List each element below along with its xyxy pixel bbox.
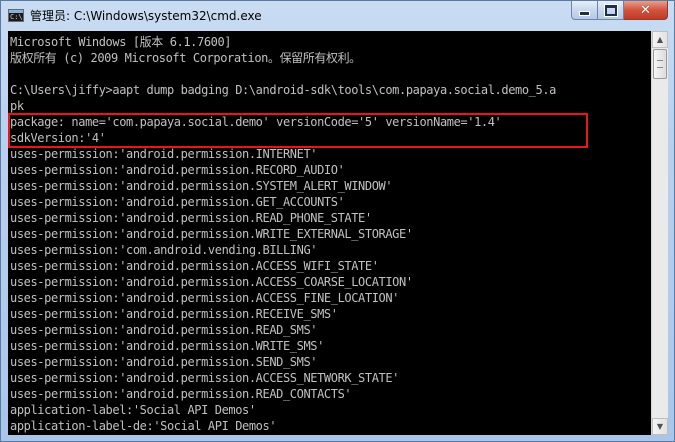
arrow-up-icon: ▲ bbox=[656, 35, 664, 44]
console-line: uses-permission:'android.permission.RECE… bbox=[10, 307, 338, 321]
scroll-up-button[interactable]: ▲ bbox=[652, 31, 668, 48]
console-line: uses-permission:'android.permission.READ… bbox=[10, 211, 372, 225]
cmd-icon[interactable]: C:\ bbox=[8, 9, 24, 22]
console-line: uses-permission:'android.permission.GET_… bbox=[10, 195, 345, 209]
console-line: uses-permission:'android.permission.WRIT… bbox=[10, 339, 324, 353]
console-line: uses-permission:'android.permission.ACCE… bbox=[10, 259, 379, 273]
maximize-button[interactable] bbox=[598, 1, 624, 20]
cmd-window: C:\ 管理员: C:\Windows\system32\cmd.exe ✕ M… bbox=[0, 0, 675, 442]
console-line: uses-permission:'android.permission.INTE… bbox=[10, 147, 318, 161]
console-line: uses-permission:'android.permission.WRIT… bbox=[10, 227, 413, 241]
console-line: uses-permission:'android.permission.READ… bbox=[10, 387, 352, 401]
maximize-icon bbox=[604, 4, 617, 16]
title-bar[interactable]: C:\ 管理员: C:\Windows\system32\cmd.exe ✕ bbox=[1, 1, 674, 31]
console-line: uses-permission:'android.permission.ACCE… bbox=[10, 291, 400, 305]
close-button[interactable]: ✕ bbox=[624, 1, 668, 20]
console-line: uses-permission:'android.permission.SEND… bbox=[10, 355, 318, 369]
console-line: application-label:'Social API Demos' bbox=[10, 403, 256, 417]
console-line: application-label-de:'Social API Demos' bbox=[10, 419, 277, 433]
cmd-icon-label: C:\ bbox=[10, 13, 23, 21]
console-line: uses-permission:'android.permission.ACCE… bbox=[10, 371, 400, 385]
console-line: uses-permission:'android.permission.SYST… bbox=[10, 179, 393, 193]
console-line: pk bbox=[10, 99, 24, 113]
console-line: Microsoft Windows [版本 6.1.7600] bbox=[10, 35, 232, 49]
console-line: uses-permission:'android.permission.ACCE… bbox=[10, 275, 413, 289]
console-line: 版权所有 (c) 2009 Microsoft Corporation。保留所有… bbox=[10, 51, 361, 65]
console-output[interactable]: Microsoft Windows [版本 6.1.7600] 版权所有 (c)… bbox=[8, 31, 651, 435]
window-controls: ✕ bbox=[571, 1, 668, 21]
scroll-down-button[interactable]: ▼ bbox=[652, 418, 668, 435]
console-line: uses-permission:'com.android.vending.BIL… bbox=[10, 243, 318, 257]
close-icon: ✕ bbox=[640, 2, 651, 18]
package-highlight-box bbox=[8, 113, 588, 148]
minimize-button[interactable] bbox=[571, 1, 598, 20]
vertical-scrollbar[interactable]: ▲ ▼ bbox=[651, 31, 668, 435]
minimize-icon bbox=[579, 10, 590, 16]
arrow-down-icon: ▼ bbox=[656, 422, 664, 431]
console-line: C:\Users\jiffy>aapt dump badging D:\andr… bbox=[10, 83, 556, 97]
scroll-thumb[interactable] bbox=[653, 49, 667, 79]
console-lines: Microsoft Windows [版本 6.1.7600] 版权所有 (c)… bbox=[10, 34, 556, 434]
console-line: uses-permission:'android.permission.READ… bbox=[10, 323, 318, 337]
console-line: uses-permission:'android.permission.RECO… bbox=[10, 163, 345, 177]
window-title: 管理员: C:\Windows\system32\cmd.exe bbox=[30, 9, 262, 23]
